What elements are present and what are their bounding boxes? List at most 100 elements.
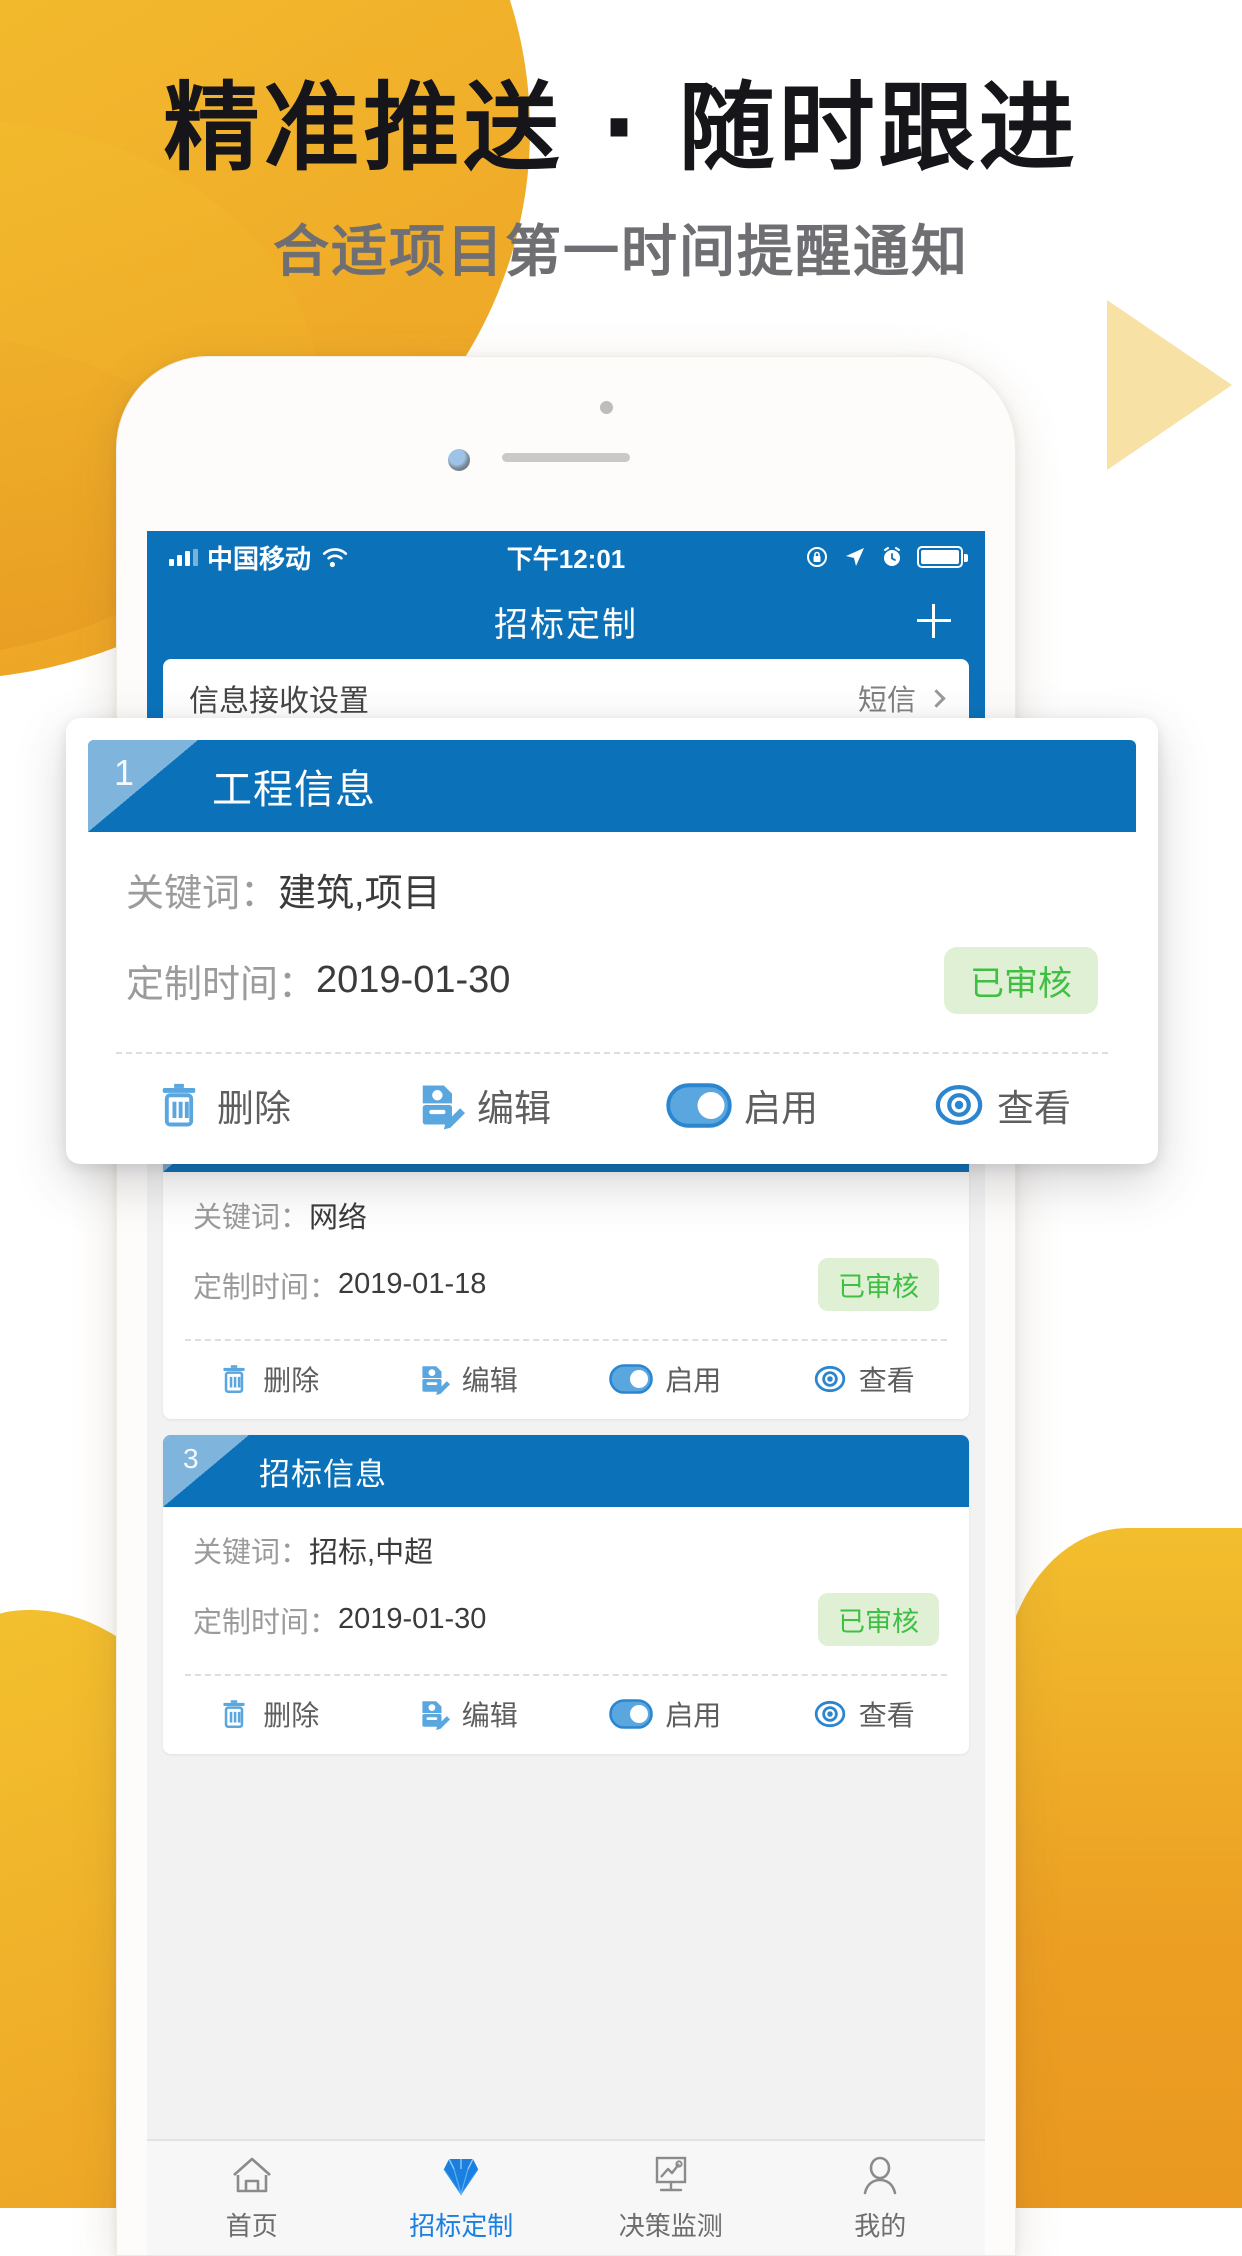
status-badge: 已审核 xyxy=(818,1593,939,1646)
view-label: 查看 xyxy=(858,1365,915,1396)
chart-icon xyxy=(655,2156,686,2191)
card-number-corner xyxy=(88,740,198,832)
created-row: 定制时间： 2019-01-30 已审核 xyxy=(126,947,1098,1014)
view-button[interactable]: 查看 xyxy=(765,1694,964,1734)
tab-profile[interactable]: 我的 xyxy=(776,2154,986,2243)
trash-icon xyxy=(223,1700,245,1729)
eye-icon xyxy=(814,1700,845,1728)
keyword-value: 招标,中超 xyxy=(309,1537,434,1569)
tab-label: 首页 xyxy=(225,2210,278,2241)
eye-icon xyxy=(935,1085,983,1125)
card-number-corner xyxy=(163,1435,249,1507)
edit-button[interactable]: 编辑 xyxy=(368,1694,567,1734)
status-badge: 已审核 xyxy=(818,1258,939,1311)
delete-label: 删除 xyxy=(263,1365,320,1396)
view-label: 查看 xyxy=(858,1700,915,1731)
tab-label: 招标定制 xyxy=(409,2210,514,2241)
keyword-label: 关键词： xyxy=(193,1202,310,1234)
carrier-label: 中国移动 xyxy=(207,543,312,574)
rotation-lock-icon xyxy=(807,547,827,567)
page-title: 招标定制 xyxy=(494,605,638,644)
toggle-on-icon xyxy=(666,1082,732,1128)
highlighted-card-popout[interactable]: 1 工程信息 关键词： 建筑,项目 定制时间： 2019-01-30 已审核 删… xyxy=(66,718,1158,1164)
card-actions: 删除 编辑 启用 查看 xyxy=(88,1054,1136,1146)
tab-home[interactable]: 首页 xyxy=(147,2154,357,2243)
delete-button[interactable]: 删除 xyxy=(169,1694,368,1734)
list-item[interactable]: 3 招标信息 关键词： 招标,中超 定制时间： 2019-01-30 已审核 删… xyxy=(163,1435,969,1754)
settings-row-value: 短信 xyxy=(857,685,916,717)
settings-row-label: 信息接收设置 xyxy=(189,685,369,718)
view-button[interactable]: 查看 xyxy=(872,1078,1132,1132)
keyword-row: 关键词： 招标,中超 xyxy=(193,1529,939,1571)
bottom-tab-bar: 首页 招标定制 决策监测 我的 xyxy=(147,2139,985,2255)
enable-toggle[interactable]: 启用 xyxy=(566,1694,765,1734)
created-label: 定制时间： xyxy=(193,1606,339,1639)
enable-label: 启用 xyxy=(665,1700,722,1731)
status-badge: 已审核 xyxy=(944,947,1098,1014)
edit-document-icon xyxy=(422,1366,450,1395)
phone-mockup: 中国移动 下午12:01 招标定制 信息接收设置 短信 关键词： 网络 定制时间… xyxy=(116,356,1016,2256)
enable-toggle[interactable]: 启用 xyxy=(566,1359,765,1399)
trash-icon xyxy=(162,1083,196,1127)
tab-label: 决策监测 xyxy=(618,2210,723,2241)
tab-decision-monitor[interactable]: 决策监测 xyxy=(566,2154,776,2243)
nav-bar: 招标定制 xyxy=(147,583,985,659)
keyword-value: 建筑,项目 xyxy=(278,873,441,915)
card-number: 1 xyxy=(114,752,135,793)
home-icon xyxy=(232,2157,271,2192)
enable-label: 启用 xyxy=(744,1088,818,1129)
created-value: 2019-01-30 xyxy=(338,1603,487,1635)
chevron-right-icon xyxy=(927,688,946,708)
orange-blob-bottom-right xyxy=(1002,1528,1242,2208)
toggle-on-icon xyxy=(609,1364,654,1394)
card-header: 3 招标信息 xyxy=(163,1435,969,1507)
card-body: 关键词： 招标,中超 定制时间： 2019-01-30 已审核 xyxy=(163,1507,969,1674)
plus-icon[interactable] xyxy=(917,604,951,638)
delete-button[interactable]: 删除 xyxy=(92,1078,352,1132)
edit-label: 编辑 xyxy=(461,1700,518,1731)
created-label: 定制时间： xyxy=(126,964,317,1006)
eye-icon xyxy=(814,1365,845,1393)
keyword-value: 网络 xyxy=(309,1202,368,1234)
tab-bid-customization[interactable]: 招标定制 xyxy=(357,2154,567,2243)
card-body: 关键词： 建筑,项目 定制时间： 2019-01-30 已审核 xyxy=(88,832,1136,1052)
card-title: 工程信息 xyxy=(212,768,376,812)
status-bar-time: 下午12:01 xyxy=(506,543,626,574)
person-icon xyxy=(863,2156,897,2194)
edit-label: 编辑 xyxy=(461,1365,518,1396)
hero-subtitle: 合适项目第一时间提醒通知 xyxy=(273,219,969,285)
card-title: 招标信息 xyxy=(259,1456,387,1492)
view-button[interactable]: 查看 xyxy=(765,1359,964,1399)
enable-toggle[interactable]: 启用 xyxy=(612,1078,872,1132)
keyword-row: 关键词： 网络 xyxy=(193,1194,939,1236)
diamond-icon xyxy=(443,2158,479,2196)
edit-button[interactable]: 编辑 xyxy=(368,1359,567,1399)
created-value: 2019-01-30 xyxy=(316,959,511,1001)
battery-icon xyxy=(917,546,968,568)
enable-label: 启用 xyxy=(665,1365,722,1396)
created-label: 定制时间： xyxy=(193,1271,339,1304)
toggle-on-icon xyxy=(609,1699,654,1729)
created-value: 2019-01-18 xyxy=(338,1268,487,1300)
delete-label: 删除 xyxy=(217,1088,291,1129)
list-item[interactable]: 1 工程信息 关键词： 建筑,项目 定制时间： 2019-01-30 已审核 xyxy=(88,740,1136,1146)
keyword-label: 关键词： xyxy=(193,1537,310,1569)
proximity-sensor-icon xyxy=(600,401,613,414)
keyword-label: 关键词： xyxy=(126,873,279,915)
location-arrow-icon xyxy=(846,548,864,566)
delete-button[interactable]: 删除 xyxy=(169,1359,368,1399)
card-actions: 删除 编辑 xyxy=(163,1676,969,1754)
hero-title: 精准推送 · 随时跟进 xyxy=(163,72,1079,184)
hero-section: 精准推送 · 随时跟进 合适项目第一时间提醒通知 xyxy=(0,78,1242,288)
card-number: 3 xyxy=(183,1443,199,1474)
edit-button[interactable]: 编辑 xyxy=(352,1078,612,1132)
created-row: 定制时间： 2019-01-18 已审核 xyxy=(193,1258,939,1311)
signal-bars-icon xyxy=(169,548,198,566)
phone-bezel-top xyxy=(117,357,1015,531)
yellow-triangle-right xyxy=(1107,300,1232,470)
status-bar: 中国移动 下午12:01 xyxy=(147,531,985,583)
alarm-clock-icon xyxy=(884,547,900,566)
tab-label: 我的 xyxy=(854,2210,907,2241)
keyword-row: 关键词： 建筑,项目 xyxy=(126,862,1098,917)
edit-document-icon xyxy=(422,1085,465,1130)
